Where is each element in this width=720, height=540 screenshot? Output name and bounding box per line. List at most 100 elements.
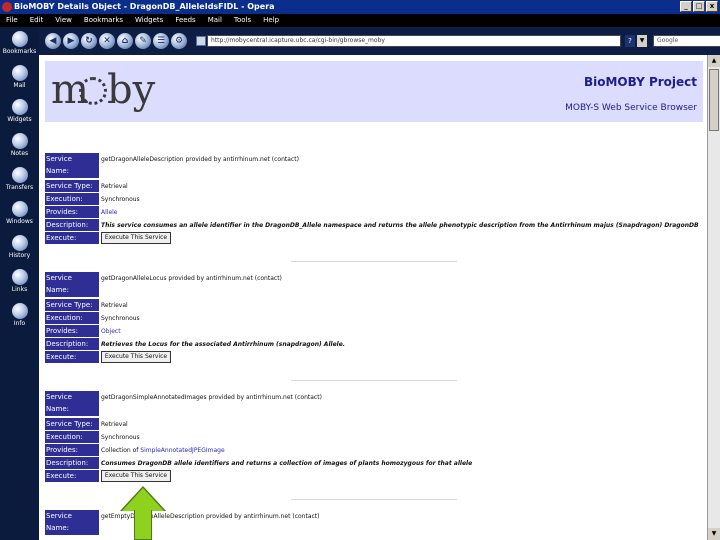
opera-logo-icon	[2, 2, 12, 12]
provides-link[interactable]: Allele	[101, 209, 118, 216]
provides-label: Provides:	[45, 325, 99, 337]
panel-bookmarks[interactable]: Bookmarks	[0, 31, 39, 55]
menu-edit[interactable]: Edit	[30, 14, 44, 27]
panel-transfers[interactable]: Transfers	[0, 167, 39, 191]
execution-label: Execution:	[45, 193, 99, 205]
mail-icon	[11, 65, 28, 81]
title-bar: BioMOBY Details Object - DragonDB_Allele…	[0, 0, 720, 14]
address-dropdown[interactable]: ▼	[637, 35, 647, 47]
execute-service-button[interactable]: Execute This Service	[101, 351, 171, 363]
close-button[interactable]: x	[706, 1, 718, 12]
service-divider	[291, 261, 457, 262]
execute-label: Execute:	[45, 232, 99, 244]
address-field[interactable]: http://mobycentral.icapture.ubc.ca/cgi-b…	[207, 35, 621, 47]
service-name-value[interactable]: getDragonAlleleLocus provided by antirrh…	[101, 273, 701, 284]
service-name-label: Service Name:	[45, 153, 99, 178]
menu-mail[interactable]: Mail	[208, 14, 222, 27]
panel-info[interactable]: Info	[0, 303, 39, 327]
description-value: Consumes DragonDB allele identifiers and…	[101, 460, 473, 467]
panel-notes[interactable]: Notes	[0, 133, 39, 157]
panel-widgets[interactable]: Widgets	[0, 99, 39, 123]
maximize-button[interactable]: □	[693, 1, 705, 12]
menu-view[interactable]: View	[55, 14, 72, 27]
panel-links[interactable]: Links	[0, 269, 39, 293]
project-title: BioMOBY Project	[583, 75, 697, 89]
forward-button[interactable]: ▶	[63, 33, 79, 49]
execution-value: Synchronous	[101, 434, 140, 441]
execute-service-button[interactable]: Execute This Service	[101, 232, 171, 244]
service-name-value[interactable]: getEmptyDomainAlleleDescription provided…	[101, 511, 701, 522]
menu-bookmarks[interactable]: Bookmarks	[84, 14, 123, 27]
window-controls: _ □ x	[680, 1, 718, 12]
panel-mail[interactable]: Mail	[0, 65, 39, 89]
service-type-value: Retrieval	[101, 183, 128, 190]
service-name-value[interactable]: getDragonSimpleAnnotatedImages provided …	[101, 392, 701, 403]
panel-history[interactable]: History	[0, 235, 39, 259]
vertical-scrollbar[interactable]: ▲ ▼	[707, 55, 720, 540]
description-label: Description:	[45, 219, 99, 231]
widgets-icon	[11, 99, 28, 115]
pointer-arrow-shaft	[134, 510, 152, 540]
execute-row: Execute: Execute This Service	[45, 351, 703, 364]
service-type-label: Service Type:	[45, 180, 99, 192]
service-name-row: Service Name: getDragonAlleleDescription …	[45, 153, 703, 178]
provides-link[interactable]: Object	[101, 328, 121, 335]
service-divider	[291, 380, 457, 381]
menu-file[interactable]: File	[6, 14, 18, 27]
execute-label: Execute:	[45, 470, 99, 482]
menu-tools[interactable]: Tools	[234, 14, 251, 27]
execute-label: Execute:	[45, 351, 99, 363]
settings-button[interactable]: ⚙	[171, 33, 187, 49]
scroll-down-button[interactable]: ▼	[708, 528, 720, 540]
execution-row: Execution: Synchronous	[45, 431, 703, 444]
logo-by: by	[107, 67, 156, 113]
home-button[interactable]: ⌂	[117, 33, 133, 49]
provides-row: Provides: Collection of SimpleAnnotatedJ…	[45, 444, 703, 457]
notes-icon	[11, 133, 28, 149]
help-button[interactable]: ?	[625, 35, 635, 47]
panel-windows[interactable]: Windows	[0, 201, 39, 225]
reload-button[interactable]: ↻	[81, 33, 97, 49]
provides-row: Provides: Allele	[45, 206, 703, 219]
provides-link[interactable]: SimpleAnnotatedJPEGImage	[140, 447, 224, 454]
provides-label: Provides:	[45, 444, 99, 456]
logo-gear-icon	[79, 77, 107, 105]
menu-toolbar-button[interactable]: ☰	[153, 33, 169, 49]
provides-row: Provides: Object	[45, 325, 703, 338]
execution-value: Synchronous	[101, 196, 140, 203]
menu-help[interactable]: Help	[263, 14, 279, 27]
service-name-label: Service Name:	[45, 391, 99, 416]
description-row: Description: This service consumes an al…	[45, 219, 703, 232]
description-label: Description:	[45, 338, 99, 350]
provides-prefix: Collection of	[101, 447, 139, 454]
menu-feeds[interactable]: Feeds	[175, 14, 195, 27]
scroll-thumb[interactable]	[709, 69, 719, 131]
execution-label: Execution:	[45, 431, 99, 443]
navigation-toolbar: ◀ ▶ ↻ ✕ ⌂ ✎ ☰ ⚙ http://mobycentral.icapt…	[39, 27, 720, 55]
scroll-up-button[interactable]: ▲	[708, 55, 720, 67]
description-label: Description:	[45, 457, 99, 469]
service-type-row: Service Type: Retrieval	[45, 180, 703, 193]
provides-label: Provides:	[45, 206, 99, 218]
service-type-label: Service Type:	[45, 418, 99, 430]
minimize-button[interactable]: _	[680, 1, 692, 12]
provides-value: Collection of SimpleAnnotatedJPEGImage	[101, 445, 701, 456]
description-value: This service consumes an allele identifi…	[101, 222, 701, 229]
menu-bar: File Edit View Bookmarks Widgets Feeds M…	[0, 14, 720, 27]
service-name-value[interactable]: getDragonAlleleDescription provided by a…	[101, 154, 701, 165]
back-button[interactable]: ◀	[45, 33, 61, 49]
execution-label: Execution:	[45, 312, 99, 324]
menu-widgets[interactable]: Widgets	[135, 14, 163, 27]
execute-service-button[interactable]: Execute This Service	[101, 470, 171, 482]
transfers-icon	[11, 167, 28, 183]
search-field[interactable]: Google	[653, 35, 720, 47]
service-divider	[291, 499, 457, 500]
execution-value: Synchronous	[101, 315, 140, 322]
project-subtitle: MOBY-S Web Service Browser	[565, 103, 697, 113]
execute-row: Execute: Execute This Service	[45, 232, 703, 245]
stop-button[interactable]: ✕	[99, 33, 115, 49]
provides-value: Object	[101, 326, 701, 337]
edit-button[interactable]: ✎	[135, 33, 151, 49]
links-icon	[11, 269, 28, 285]
pointer-arrow-icon	[122, 488, 164, 511]
